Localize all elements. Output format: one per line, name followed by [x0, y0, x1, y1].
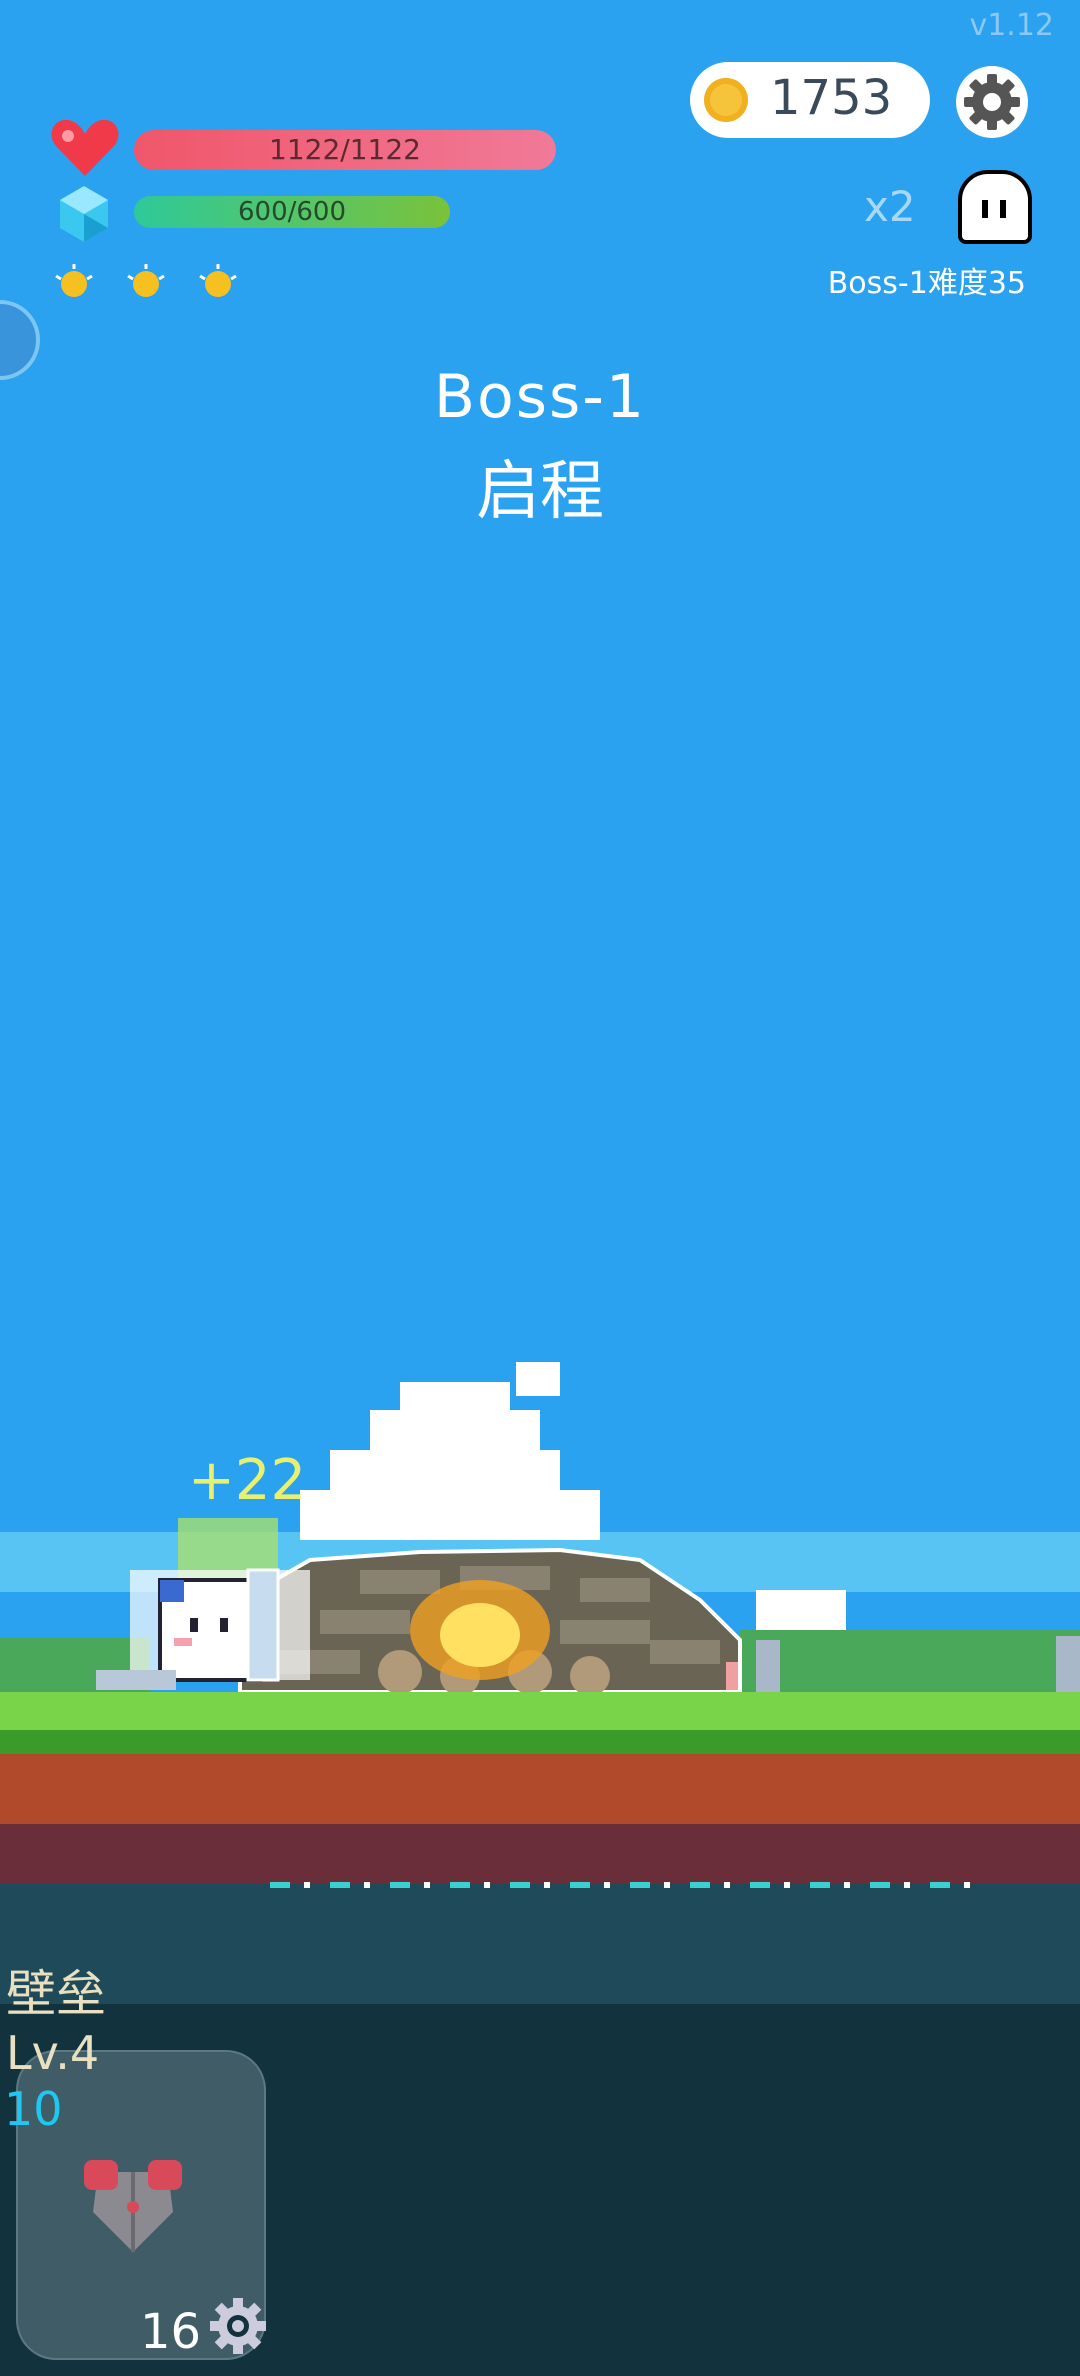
- skill-count: 16: [140, 2304, 202, 2360]
- speed-multiplier[interactable]: x2: [864, 182, 916, 231]
- grass-edge: [0, 1730, 1080, 1756]
- boss-difficulty: Boss-1难度35: [827, 266, 1026, 301]
- gear-icon: [210, 2298, 266, 2354]
- sun-icon: [199, 264, 237, 297]
- settings-button[interactable]: [956, 66, 1028, 138]
- dirt-layer: [0, 1754, 1080, 1824]
- version-label: v1.12: [969, 8, 1054, 43]
- skill-value: 10: [4, 2082, 63, 2136]
- gear-icon: [964, 74, 1020, 130]
- sun-icon: [127, 264, 165, 297]
- sun-icon: [55, 264, 93, 297]
- skill-name: 壁垒: [6, 1965, 106, 2023]
- heal-number: +22: [188, 1448, 307, 1513]
- armor-icon: [84, 2160, 182, 2252]
- water-sparkle: [270, 1882, 970, 1888]
- coin-value: 1753: [770, 70, 893, 126]
- skill-level: Lv.4: [6, 2026, 100, 2080]
- ghost-icon[interactable]: [958, 170, 1032, 244]
- hp-text: 1122/1122: [269, 133, 421, 166]
- mp-bar: 600/600: [134, 196, 450, 228]
- deep-dirt-layer: [0, 1824, 1080, 1884]
- crystal-icon: [60, 186, 108, 242]
- heart-icon: [51, 119, 119, 176]
- mp-text: 600/600: [237, 197, 346, 227]
- fire-effect: [410, 1580, 550, 1680]
- coin-icon: [704, 78, 748, 122]
- battle-scene: [0, 1362, 1080, 1696]
- stage-title: Boss-1: [433, 362, 647, 432]
- hp-bar: 1122/1122: [134, 130, 556, 170]
- coin-counter: 1753: [690, 62, 930, 138]
- stage-subtitle: 启程: [476, 455, 604, 529]
